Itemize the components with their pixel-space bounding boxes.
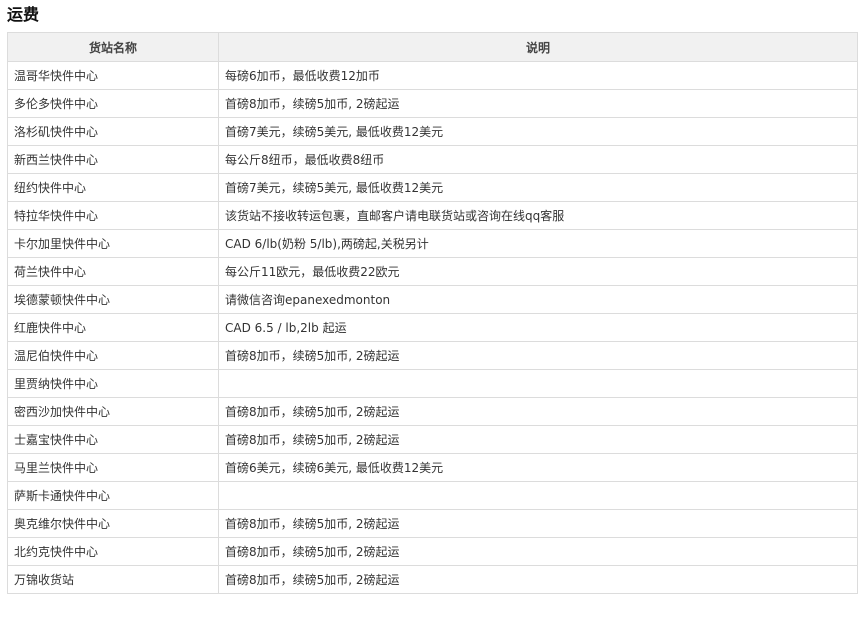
station-name-cell: 密西沙加快件中心: [7, 397, 219, 426]
table-row: 万锦收货站 首磅8加币，续磅5加币, 2磅起运: [7, 565, 858, 594]
rate-note-cell: 首磅8加币，续磅5加币, 2磅起运: [218, 397, 858, 426]
station-name-cell: 多伦多快件中心: [7, 89, 219, 118]
rate-note-cell: 每公斤8纽币，最低收费8纽币: [218, 145, 858, 174]
rate-note-cell: 首磅8加币，续磅5加币, 2磅起运: [218, 565, 858, 594]
freight-table: 货站名称 说明 温哥华快件中心 每磅6加币，最低收费12加币 多伦多快件中心 首磅8加…: [7, 32, 858, 594]
column-header-station: 货站名称: [7, 32, 219, 62]
station-name-cell: 萨斯卡通快件中心: [7, 481, 219, 510]
rate-note-cell: 首磅7美元，续磅5美元, 最低收费12美元: [218, 117, 858, 146]
table-row: 卡尔加里快件中心 CAD 6/lb(奶粉 5/lb),两磅起,关税另计: [7, 229, 858, 258]
station-name-cell: 特拉华快件中心: [7, 201, 219, 230]
station-name-cell: 荷兰快件中心: [7, 257, 219, 286]
station-name-cell: 奥克维尔快件中心: [7, 509, 219, 538]
rate-note-cell: [218, 369, 858, 398]
station-name-cell: 温哥华快件中心: [7, 61, 219, 90]
table-row: 密西沙加快件中心 首磅8加币，续磅5加币, 2磅起运: [7, 397, 858, 426]
rate-note-cell: 首磅8加币，续磅5加币, 2磅起运: [218, 509, 858, 538]
column-header-note: 说明: [218, 32, 858, 62]
table-row: 奥克维尔快件中心 首磅8加币，续磅5加币, 2磅起运: [7, 509, 858, 538]
station-name-cell: 马里兰快件中心: [7, 453, 219, 482]
rate-note-cell: 首磅8加币，续磅5加币, 2磅起运: [218, 341, 858, 370]
rate-note-cell: [218, 481, 858, 510]
station-name-cell: 万锦收货站: [7, 565, 219, 594]
table-row: 荷兰快件中心 每公斤11欧元，最低收费22欧元: [7, 257, 858, 286]
table-row: 马里兰快件中心 首磅6美元，续磅6美元, 最低收费12美元: [7, 453, 858, 482]
table-row: 士嘉宝快件中心 首磅8加币，续磅5加币, 2磅起运: [7, 425, 858, 454]
table-row: 北约克快件中心 首磅8加币，续磅5加币, 2磅起运: [7, 537, 858, 566]
page: 运费 货站名称 说明 温哥华快件中心 每磅6加币，最低收费12加币 多伦多快件中心首…: [0, 0, 866, 617]
table-row: 特拉华快件中心 该货站不接收转运包裹，直邮客户请电联货站或咨询在线qq客服: [7, 201, 858, 230]
table-row: 萨斯卡通快件中心: [7, 481, 858, 510]
rate-note-cell: 该货站不接收转运包裹，直邮客户请电联货站或咨询在线qq客服: [218, 201, 858, 230]
rate-note-cell: 首磅6美元，续磅6美元, 最低收费12美元: [218, 453, 858, 482]
station-name-cell: 里贾纳快件中心: [7, 369, 219, 398]
table-row: 纽约快件中心 首磅7美元，续磅5美元, 最低收费12美元: [7, 173, 858, 202]
rate-note-cell: 首磅7美元，续磅5美元, 最低收费12美元: [218, 173, 858, 202]
table-row: 红鹿快件中心 CAD 6.5 / lb,2lb 起运: [7, 313, 858, 342]
station-name-cell: 士嘉宝快件中心: [7, 425, 219, 454]
table-row: 洛杉矶快件中心 首磅7美元，续磅5美元, 最低收费12美元: [7, 117, 858, 146]
table-row: 埃德蒙顿快件中心 请微信咨询epanexedmonton: [7, 285, 858, 314]
rate-note-cell: 每公斤11欧元，最低收费22欧元: [218, 257, 858, 286]
rate-note-cell: CAD 6/lb(奶粉 5/lb),两磅起,关税另计: [218, 229, 858, 258]
station-name-cell: 纽约快件中心: [7, 173, 219, 202]
rate-note-cell: 请微信咨询epanexedmonton: [218, 285, 858, 314]
station-name-cell: 北约克快件中心: [7, 537, 219, 566]
table-row: 多伦多快件中心 首磅8加币，续磅5加币, 2磅起运: [7, 89, 858, 118]
page-title: 运费: [7, 5, 40, 24]
table-row: 温哥华快件中心 每磅6加币，最低收费12加币: [7, 61, 858, 90]
rate-note-cell: 首磅8加币，续磅5加币, 2磅起运: [218, 89, 858, 118]
station-name-cell: 新西兰快件中心: [7, 145, 219, 174]
table-row: 里贾纳快件中心: [7, 369, 858, 398]
rate-note-cell: 首磅8加币，续磅5加币, 2磅起运: [218, 425, 858, 454]
station-name-cell: 埃德蒙顿快件中心: [7, 285, 219, 314]
rate-note-cell: CAD 6.5 / lb,2lb 起运: [218, 313, 858, 342]
rate-note-cell: 首磅8加币，续磅5加币, 2磅起运: [218, 537, 858, 566]
station-name-cell: 温尼伯快件中心: [7, 341, 219, 370]
table-body: 温哥华快件中心 每磅6加币，最低收费12加币 多伦多快件中心 首磅8加币，续磅5加币,…: [7, 61, 858, 594]
table-row: 新西兰快件中心 每公斤8纽币，最低收费8纽币: [7, 145, 858, 174]
station-name-cell: 红鹿快件中心: [7, 313, 219, 342]
station-name-cell: 洛杉矶快件中心: [7, 117, 219, 146]
rate-note-cell: 每磅6加币，最低收费12加币: [218, 61, 858, 90]
table-header-row: 货站名称 说明: [7, 32, 858, 62]
station-name-cell: 卡尔加里快件中心: [7, 229, 219, 258]
table-row: 温尼伯快件中心 首磅8加币，续磅5加币, 2磅起运: [7, 341, 858, 370]
